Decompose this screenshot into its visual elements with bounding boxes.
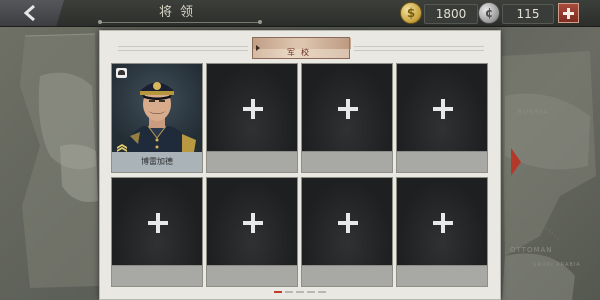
page-title: 将领	[98, 4, 262, 24]
header-divider-left	[118, 46, 248, 51]
back-button[interactable]	[0, 0, 64, 26]
general-name: 博雷加德	[112, 152, 202, 172]
general-slot-empty[interactable]	[206, 63, 298, 173]
general-slot-filled[interactable]: 博雷加德	[111, 63, 203, 173]
next-arrow-icon[interactable]	[511, 148, 521, 176]
add-slot-icon	[338, 99, 358, 119]
add-slot-icon	[243, 99, 263, 119]
general-slot-empty[interactable]	[301, 177, 393, 287]
rank-icon	[116, 68, 127, 78]
map-label-saudi-arabia: SAUDI ARABIA	[533, 262, 581, 268]
page-dot-active[interactable]	[274, 291, 282, 293]
tab-arrow-icon	[256, 45, 260, 51]
add-slot-icon	[338, 213, 358, 233]
chevron-rank-icon	[117, 144, 127, 152]
map-label-ottoman: OTTOMAN	[510, 246, 553, 254]
back-arrow-icon	[23, 4, 35, 22]
general-slot-empty[interactable]	[206, 177, 298, 287]
generals-panel: 军校 博雷加德	[99, 30, 501, 300]
page-dot[interactable]	[307, 291, 315, 293]
add-slot-icon	[433, 213, 453, 233]
page-dot[interactable]	[318, 291, 326, 293]
page-dot[interactable]	[296, 291, 304, 293]
map-label-russia: RUSSIA	[517, 108, 549, 116]
silver-coin-icon: ¢	[478, 2, 500, 24]
general-slot-empty[interactable]	[396, 177, 488, 287]
gold-coin-icon: $	[400, 2, 422, 24]
tab-military-academy[interactable]: 军校	[252, 37, 351, 59]
general-slot-empty[interactable]	[301, 63, 393, 173]
silver-amount: 115	[502, 4, 554, 24]
tab-label-text: 军校	[287, 48, 315, 57]
general-slot-empty[interactable]	[396, 63, 488, 173]
add-slot-icon	[433, 99, 453, 119]
general-slot-empty[interactable]	[111, 177, 203, 287]
add-slot-icon	[148, 213, 168, 233]
header-divider-right	[354, 46, 484, 51]
gold-amount: 1800	[424, 4, 478, 24]
add-currency-button[interactable]	[558, 3, 579, 23]
page-dot[interactable]	[285, 291, 293, 293]
top-bar: 将领 $ 1800 ¢ 115	[0, 0, 600, 27]
add-slot-icon	[243, 213, 263, 233]
